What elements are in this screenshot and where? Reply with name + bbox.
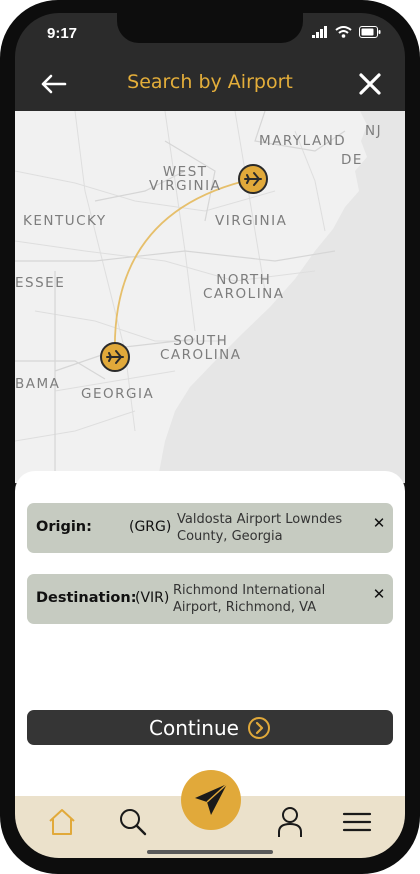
state-label-virginia: VIRGINIA bbox=[215, 213, 288, 229]
chevron-right-circle-icon bbox=[247, 716, 270, 739]
close-button[interactable] bbox=[355, 69, 385, 99]
state-label-alabama: BAMA bbox=[15, 376, 61, 392]
map[interactable]: MARYLAND NJ DE WEST VIRGINIA VIRGINIA KE… bbox=[15, 111, 405, 483]
origin-label: Origin: bbox=[36, 519, 92, 535]
state-label-south-carolina: SOUTH CAROLINA bbox=[160, 333, 242, 363]
home-icon bbox=[49, 809, 75, 835]
send-icon bbox=[195, 783, 228, 815]
page-title: Search by Airport bbox=[127, 71, 293, 93]
destination-marker-icon bbox=[238, 164, 268, 194]
origin-field[interactable]: Origin: (GRG) Valdosta Airport Lowndes C… bbox=[27, 503, 393, 553]
home-indicator bbox=[147, 850, 273, 854]
nav-home[interactable] bbox=[42, 802, 82, 842]
state-label-de: DE bbox=[341, 152, 363, 168]
clear-destination-button[interactable]: ✕ bbox=[371, 585, 387, 603]
signal-icon bbox=[312, 26, 327, 38]
destination-label: Destination: bbox=[36, 590, 137, 606]
nav-profile[interactable] bbox=[270, 802, 310, 842]
continue-button[interactable]: Continue bbox=[27, 710, 393, 745]
back-button[interactable] bbox=[37, 69, 71, 99]
state-label-tennessee: ESSEE bbox=[15, 275, 66, 291]
origin-airport-name: Valdosta Airport Lowndes County, Georgia bbox=[177, 512, 343, 544]
arrow-left-icon bbox=[41, 74, 67, 94]
wifi-icon bbox=[335, 26, 352, 38]
state-label-kentucky: KENTUCKY bbox=[23, 213, 107, 229]
state-label-north-carolina: NORTH CAROLINA bbox=[203, 272, 285, 302]
profile-icon bbox=[278, 807, 302, 837]
destination-code: (VIR) bbox=[135, 590, 170, 606]
send-fab-button[interactable] bbox=[181, 770, 241, 830]
state-label-georgia: GEORGIA bbox=[81, 386, 155, 402]
battery-icon bbox=[359, 26, 381, 38]
state-label-west-virginia: WEST VIRGINIA bbox=[149, 164, 222, 194]
close-icon bbox=[359, 73, 381, 95]
search-icon bbox=[120, 809, 147, 836]
origin-marker-icon bbox=[100, 342, 130, 372]
destination-airport-name: Richmond International Airport, Richmond… bbox=[173, 583, 326, 615]
screen: 9:17 Search by Airport MARYLAND NJ DE WE… bbox=[15, 13, 405, 858]
notch bbox=[117, 13, 303, 43]
origin-code: (GRG) bbox=[129, 519, 172, 535]
phone-frame: 9:17 Search by Airport MARYLAND NJ DE WE… bbox=[0, 0, 420, 874]
status-icons bbox=[312, 26, 381, 38]
top-bar: Search by Airport bbox=[15, 57, 405, 111]
menu-icon bbox=[342, 812, 372, 832]
nav-search[interactable] bbox=[113, 802, 153, 842]
continue-label: Continue bbox=[149, 715, 239, 740]
route-sheet: Origin: (GRG) Valdosta Airport Lowndes C… bbox=[15, 471, 405, 811]
clear-origin-button[interactable]: ✕ bbox=[371, 514, 387, 532]
status-time: 9:17 bbox=[47, 25, 78, 42]
nav-menu[interactable] bbox=[337, 802, 377, 842]
state-label-maryland: MARYLAND bbox=[259, 133, 347, 149]
destination-field[interactable]: Destination: (VIR) Richmond Internationa… bbox=[27, 574, 393, 624]
state-label-nj: NJ bbox=[365, 123, 383, 139]
